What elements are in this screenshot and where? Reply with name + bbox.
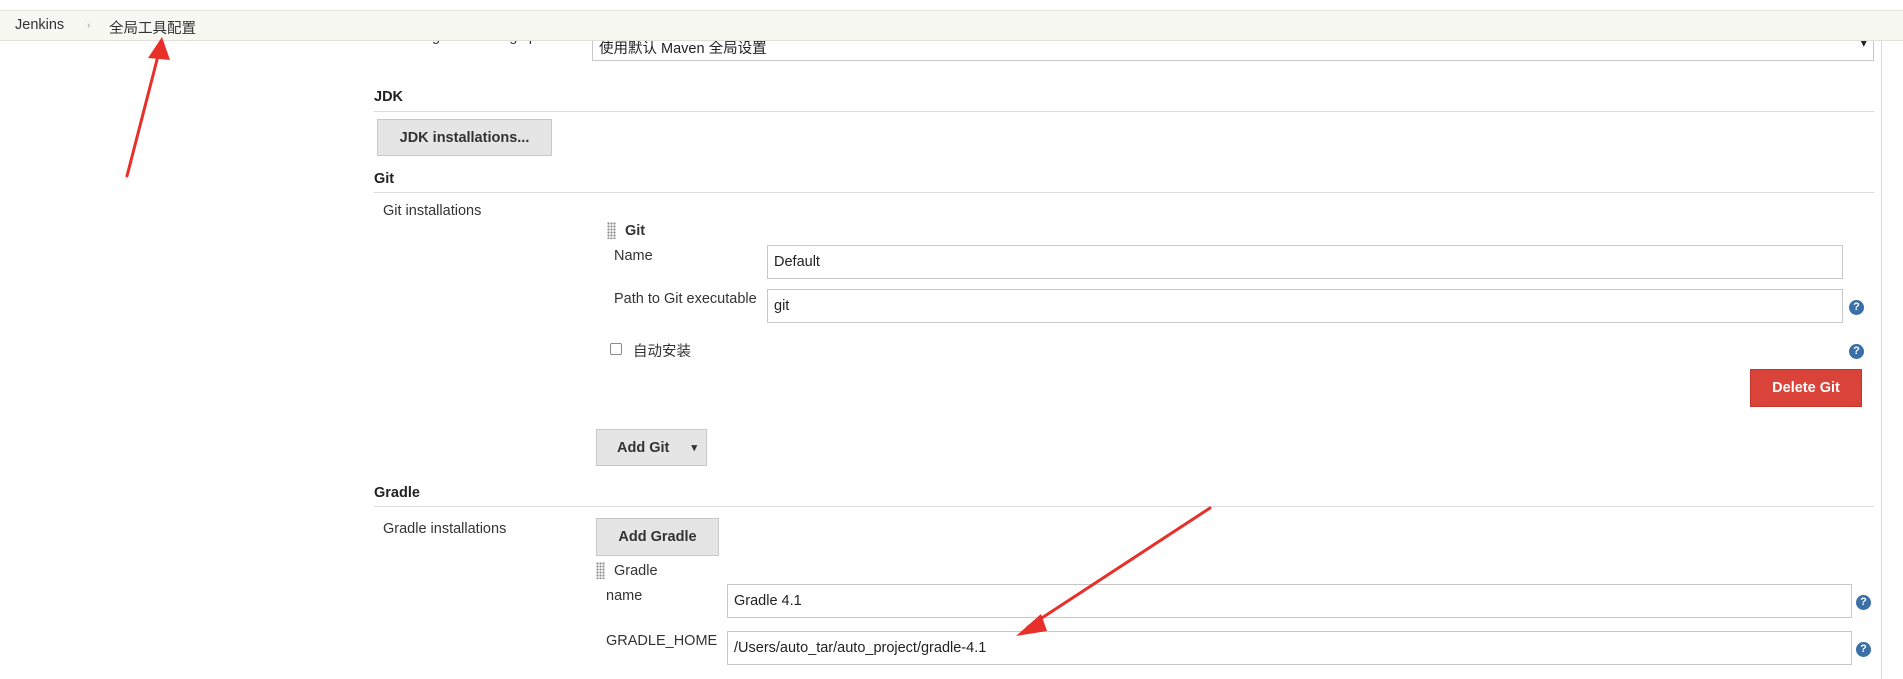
gradle-item-header: Gradle bbox=[614, 563, 658, 579]
breadcrumb-separator-icon: › bbox=[87, 20, 91, 31]
section-divider bbox=[374, 192, 1874, 193]
help-icon[interactable]: ? bbox=[1849, 344, 1864, 359]
caret-down-icon: ▾ bbox=[691, 442, 697, 454]
add-gradle-button[interactable]: Add Gradle bbox=[596, 518, 719, 556]
scrollbar-track[interactable] bbox=[1881, 41, 1882, 679]
gradle-name-input[interactable]: Gradle 4.1 bbox=[727, 584, 1852, 618]
breadcrumb: Jenkins › 全局工具配置 bbox=[0, 10, 1903, 41]
annotation-arrow-breadcrumb bbox=[125, 37, 170, 178]
git-name-label: Name bbox=[614, 248, 653, 264]
help-icon[interactable]: ? bbox=[1856, 595, 1871, 610]
add-git-label: Add Git bbox=[617, 439, 670, 456]
git-item-header: Git bbox=[625, 223, 646, 239]
git-installations-label: Git installations bbox=[383, 203, 482, 219]
gradle-home-label: GRADLE_HOME bbox=[606, 633, 718, 649]
gradle-name-label: name bbox=[606, 588, 643, 604]
section-divider bbox=[374, 506, 1874, 507]
drag-handle-icon[interactable] bbox=[596, 562, 605, 579]
gradle-home-input[interactable]: /Users/auto_tar/auto_project/gradle-4.1 bbox=[727, 631, 1852, 665]
jdk-installations-button[interactable]: JDK installations... bbox=[377, 119, 552, 156]
git-section-title: Git bbox=[374, 171, 395, 187]
add-git-button[interactable]: Add Git ▾ bbox=[596, 429, 707, 466]
section-divider bbox=[374, 111, 1874, 112]
help-icon[interactable]: ? bbox=[1849, 300, 1864, 315]
gradle-section-title: Gradle bbox=[374, 485, 420, 501]
breadcrumb-current-page[interactable]: 全局工具配置 bbox=[109, 17, 196, 38]
auto-install-checkbox[interactable] bbox=[610, 343, 622, 355]
delete-git-button[interactable]: Delete Git bbox=[1750, 369, 1862, 407]
gradle-installations-label: Gradle installations bbox=[383, 521, 507, 537]
maven-settings-value: 使用默认 Maven 全局设置 bbox=[599, 41, 767, 57]
git-name-input[interactable]: Default bbox=[767, 245, 1843, 279]
git-path-input[interactable]: git bbox=[767, 289, 1843, 323]
annotation-overlay bbox=[125, 37, 1212, 636]
auto-install-label: 自动安装 bbox=[633, 344, 691, 360]
help-icon[interactable]: ? bbox=[1856, 642, 1871, 657]
git-path-label: Path to Git executable bbox=[614, 291, 757, 307]
jdk-section-title: JDK bbox=[374, 89, 404, 105]
drag-handle-icon[interactable] bbox=[607, 222, 616, 239]
breadcrumb-jenkins-link[interactable]: Jenkins bbox=[15, 17, 64, 33]
